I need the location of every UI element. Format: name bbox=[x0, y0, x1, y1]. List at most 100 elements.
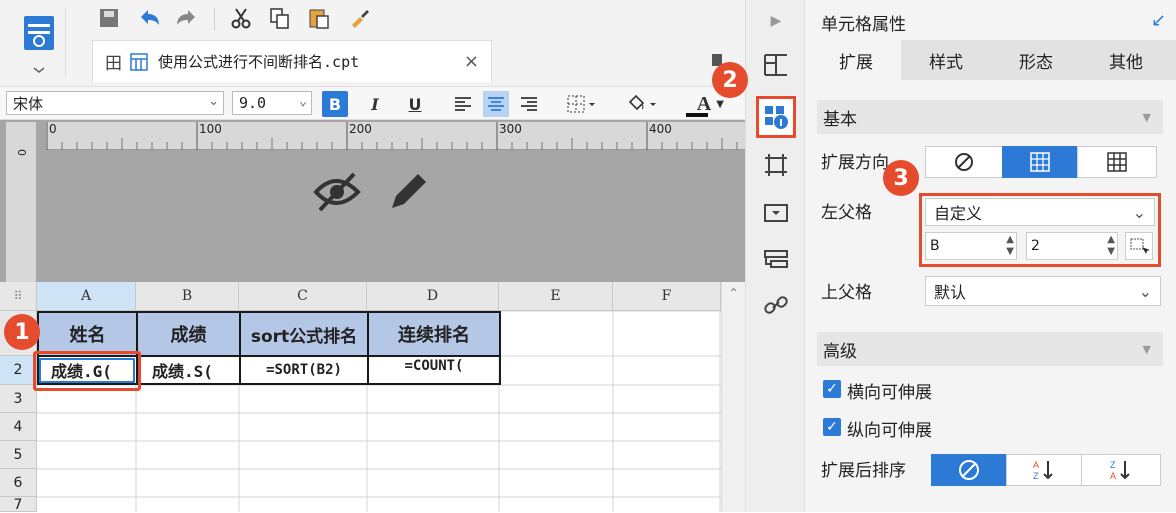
chevron-down-icon: ⌄ bbox=[1138, 281, 1152, 301]
upper-parent-select[interactable]: 默认 ⌄ bbox=[925, 276, 1161, 306]
cell-d1[interactable]: 连续排名 bbox=[367, 311, 501, 357]
horizontal-expand-checkbox[interactable]: ✓ bbox=[823, 380, 841, 398]
column-header-e[interactable]: E bbox=[499, 282, 613, 311]
caret-down-icon: ▼ bbox=[1142, 342, 1151, 356]
border-icon[interactable] bbox=[562, 91, 602, 117]
stepper-icon[interactable]: ▲ ▼ bbox=[1107, 234, 1115, 258]
table-property-icon[interactable] bbox=[759, 48, 793, 82]
font-family-value: 宋体 bbox=[13, 94, 44, 113]
ruler-tick-label: 200 bbox=[349, 122, 372, 136]
underline-button[interactable]: U bbox=[402, 91, 428, 117]
chevron-down-icon: ⌄ bbox=[208, 94, 219, 109]
svg-text:A: A bbox=[1033, 460, 1039, 470]
left-parent-label: 左父格 bbox=[821, 203, 872, 223]
bold-button[interactable]: B bbox=[322, 91, 348, 117]
tab-style[interactable]: 样式 bbox=[901, 40, 991, 80]
tab-other[interactable]: 其他 bbox=[1081, 40, 1171, 80]
row-header-6[interactable]: 6 bbox=[0, 469, 37, 497]
vertical-expand-label: 纵向可伸展 bbox=[847, 421, 932, 441]
expand-vertical-button[interactable] bbox=[1002, 146, 1078, 178]
fill-color-icon[interactable] bbox=[622, 91, 662, 117]
report-icon bbox=[130, 52, 148, 71]
font-family-select[interactable]: 宋体 ⌄ bbox=[6, 91, 224, 115]
redo-icon[interactable] bbox=[172, 4, 202, 32]
paste-icon[interactable] bbox=[304, 4, 334, 32]
template-button[interactable] bbox=[14, 8, 66, 76]
tab-expand[interactable]: 扩展 bbox=[811, 40, 901, 80]
tab-form[interactable]: 形态 bbox=[991, 40, 1081, 80]
template-icon bbox=[24, 16, 54, 73]
svg-text:Z: Z bbox=[1033, 471, 1039, 481]
widget-icon[interactable] bbox=[759, 196, 793, 230]
ruler-ticks bbox=[46, 122, 738, 150]
sort-ascending-button[interactable]: AZ bbox=[1006, 454, 1082, 486]
horizontal-expand-label: 横向可伸展 bbox=[847, 383, 932, 403]
cell-picker-icon[interactable] bbox=[1125, 232, 1153, 260]
edit-icon[interactable] bbox=[384, 166, 434, 220]
cell-c2[interactable]: =SORT(B2) bbox=[239, 356, 369, 385]
dock-arrow-icon[interactable]: ↙ bbox=[1151, 10, 1166, 31]
cell-b1[interactable]: 成绩 bbox=[136, 311, 241, 357]
ruler-tick-label: 400 bbox=[649, 122, 672, 136]
save-icon[interactable] bbox=[94, 4, 124, 32]
left-parent-column-input[interactable]: B ▲ ▼ bbox=[925, 232, 1017, 260]
advanced-section[interactable]: 高级 ▼ bbox=[817, 332, 1163, 366]
left-parent-column-value: B bbox=[930, 238, 940, 254]
cell-d2[interactable]: =COUNT( bbox=[367, 356, 501, 385]
horizontal-ruler: 0 100 200 300 400 bbox=[46, 122, 745, 150]
select-all-corner[interactable]: ⠿ bbox=[0, 282, 37, 311]
advanced-section-label: 高级 bbox=[823, 341, 857, 362]
row-header-4[interactable]: 4 bbox=[0, 413, 37, 441]
left-parent-row-value: 2 bbox=[1031, 238, 1040, 254]
sort-none-button[interactable] bbox=[931, 454, 1007, 486]
column-header-f[interactable]: F bbox=[613, 282, 721, 311]
close-tab-icon[interactable]: × bbox=[464, 51, 479, 72]
cell-c1[interactable]: sort公式排名 bbox=[239, 311, 369, 357]
format-toolbar: 宋体 ⌄ 9.0 ⌄ B I U A ▼ bbox=[0, 86, 745, 120]
sort-descending-button[interactable]: ZA bbox=[1081, 454, 1161, 486]
copy-icon[interactable] bbox=[264, 4, 294, 32]
caret-down-icon: ▼ bbox=[716, 99, 724, 110]
column-header-c[interactable]: C bbox=[239, 282, 367, 311]
vertical-ruler: 0 bbox=[6, 122, 36, 282]
stepper-icon[interactable]: ▲ ▼ bbox=[1006, 234, 1014, 258]
collapse-arrow-icon[interactable]: ▶ bbox=[759, 4, 793, 38]
row-header-5[interactable]: 5 bbox=[0, 441, 37, 469]
row-header-7[interactable]: 7 bbox=[0, 497, 37, 513]
cell-property-icon[interactable] bbox=[756, 96, 796, 138]
column-header-b[interactable]: B bbox=[136, 282, 239, 311]
format-painter-icon[interactable] bbox=[344, 4, 374, 32]
hyperlink-icon[interactable] bbox=[759, 288, 793, 322]
column-header-a[interactable]: A bbox=[37, 282, 136, 311]
cell-element-icon[interactable] bbox=[759, 148, 793, 182]
cell-b2[interactable]: 成绩.S( bbox=[136, 356, 241, 385]
hide-icon[interactable] bbox=[312, 168, 362, 218]
align-left-icon[interactable] bbox=[450, 91, 476, 117]
condition-icon[interactable] bbox=[759, 242, 793, 276]
italic-button[interactable]: I bbox=[362, 91, 388, 117]
svg-text:Z: Z bbox=[1110, 460, 1116, 470]
left-parent-select[interactable]: 自定义 ⌄ bbox=[925, 198, 1155, 226]
vertical-expand-checkbox[interactable]: ✓ bbox=[823, 418, 841, 436]
row-header-3[interactable]: 3 bbox=[0, 385, 37, 413]
left-parent-row-input[interactable]: 2 ▲ ▼ bbox=[1026, 232, 1118, 260]
step-badge-3: 3 bbox=[883, 160, 919, 196]
align-right-icon[interactable] bbox=[516, 91, 542, 117]
cut-icon[interactable] bbox=[226, 4, 256, 32]
file-tab[interactable]: 田 使用公式进行不间断排名.cpt × bbox=[92, 40, 492, 82]
cell-attributes-panel: 单元格属性 ↙ 扩展 样式 形态 其他 基本 ▼ 扩展方向 左父格 自定义 ⌄ … bbox=[805, 0, 1176, 512]
vertical-scrollbar[interactable]: ⌃ bbox=[721, 282, 745, 512]
font-color-swatch bbox=[686, 113, 708, 117]
column-header-d[interactable]: D bbox=[367, 282, 499, 311]
font-size-value: 9.0 bbox=[239, 94, 267, 112]
expand-horizontal-button[interactable] bbox=[1077, 146, 1157, 178]
ruler-tick-label: 100 bbox=[199, 122, 222, 136]
row-header-2[interactable]: 2 bbox=[0, 356, 37, 385]
expand-none-button[interactable] bbox=[925, 146, 1003, 178]
font-size-select[interactable]: 9.0 ⌄ bbox=[232, 91, 312, 115]
basic-section[interactable]: 基本 ▼ bbox=[817, 100, 1163, 134]
caret-down-icon: ▼ bbox=[1142, 110, 1151, 124]
align-center-icon[interactable] bbox=[483, 91, 509, 117]
undo-icon[interactable] bbox=[134, 4, 164, 32]
svg-text:A: A bbox=[1110, 471, 1116, 481]
